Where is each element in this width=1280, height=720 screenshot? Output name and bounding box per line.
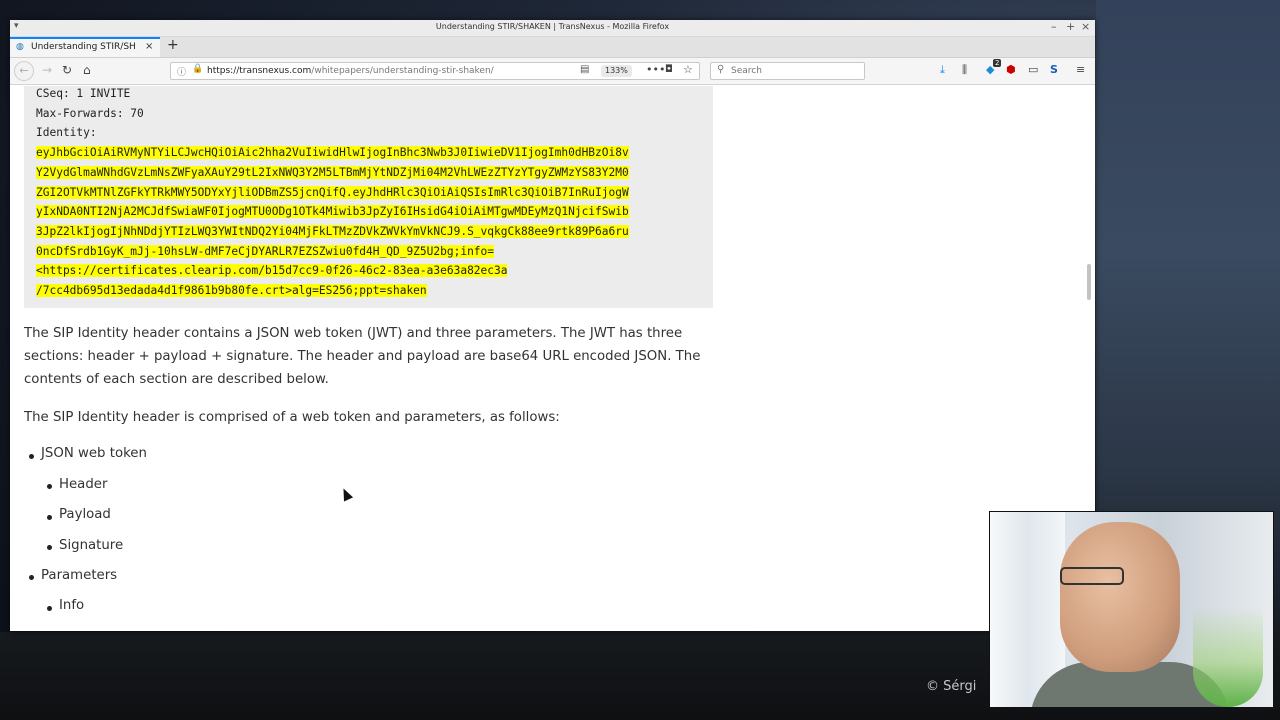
- search-input[interactable]: [731, 65, 856, 77]
- flask-logo-icon: [1193, 607, 1263, 707]
- code-line-token: Y2VydGlmaWNhdGVzLmNsZWFyaXAuY29tL2IxNWQ3…: [36, 165, 629, 179]
- code-line-info-url: <https://certificates.clearip.com/b15d7c…: [36, 264, 508, 278]
- search-bar[interactable]: ⚲: [710, 62, 865, 80]
- tab-understanding-stir-shaken[interactable]: ◍ Understanding STIR/SHAKEN ×: [10, 37, 160, 57]
- list-item-signature: Signature: [59, 538, 124, 553]
- page-scrollbar[interactable]: [1087, 264, 1091, 300]
- code-text: CSeq: 1 INVITE Max-Forwards: 70 Identity…: [36, 86, 629, 301]
- url-path: /whitepapers/understanding-stir-shaken/: [311, 66, 494, 76]
- s-extension-icon[interactable]: S: [1050, 63, 1058, 76]
- library-icon[interactable]: ⫼: [962, 63, 967, 77]
- maximize-button[interactable]: +: [1066, 20, 1075, 33]
- site-favicon-icon: ◍: [16, 42, 24, 52]
- back-arrow-icon: ←: [19, 64, 29, 77]
- jwt-description-paragraph: The SIP Identity header contains a JSON …: [24, 326, 701, 387]
- close-window-button[interactable]: ×: [1081, 20, 1090, 33]
- wallpaper-copyright: © Sérgi: [926, 679, 977, 694]
- bullet-dot: [47, 484, 52, 489]
- window-titlebar: ▾ Understanding STIR/SHAKEN | TransNexus…: [10, 20, 1095, 37]
- list-item-payload: Payload: [59, 507, 111, 522]
- new-tab-button[interactable]: +: [167, 37, 179, 53]
- tab-strip: ◍ Understanding STIR/SHAKEN × +: [10, 37, 1095, 58]
- code-line-cseq: CSeq: 1 INVITE: [36, 87, 131, 100]
- tab-label: Understanding STIR/SHAKEN: [31, 42, 136, 52]
- lock-icon[interactable]: 🔒: [192, 64, 203, 74]
- reload-button[interactable]: ↻: [62, 63, 72, 77]
- bullet-dot: [29, 454, 34, 459]
- code-line-max-forwards: Max-Forwards: 70: [36, 106, 144, 120]
- page-actions-icon[interactable]: •••: [646, 63, 665, 76]
- code-line-token: 3JpZ2lkIjogIjNhNDdjYTIzLWQ3YWItNDQ2Yi04M…: [36, 224, 629, 238]
- webcam-person-head: [1060, 522, 1180, 672]
- list-item-parameters: Parameters: [41, 568, 118, 583]
- navigation-toolbar: ← → ↻ ⌂ ⓘ 🔒 https://transnexus.com/white…: [10, 58, 1095, 85]
- bookmark-star-icon[interactable]: ☆: [683, 63, 693, 76]
- close-tab-button[interactable]: ×: [145, 41, 153, 52]
- pocket-icon[interactable]: ◘: [665, 64, 673, 75]
- hamburger-menu-icon[interactable]: ≡: [1076, 63, 1085, 76]
- mouse-pointer-icon: [338, 486, 354, 502]
- bullet-dot: [47, 515, 52, 520]
- bullet-dot: [47, 606, 52, 611]
- sip-invite-code-block: CSeq: 1 INVITE Max-Forwards: 70 Identity…: [24, 86, 713, 308]
- site-info-icon[interactable]: ⓘ: [177, 65, 186, 78]
- extension-badge: 2: [993, 59, 1002, 67]
- back-button[interactable]: ←: [14, 61, 34, 81]
- identity-header-paragraph: The SIP Identity header is comprised of …: [24, 410, 560, 425]
- url-host: https://transnexus.com: [207, 66, 312, 76]
- url-text[interactable]: https://transnexus.com/whitepapers/under…: [207, 66, 494, 76]
- page-content: CSeq: 1 INVITE Max-Forwards: 70 Identity…: [10, 86, 1095, 631]
- bullet-dot: [47, 545, 52, 550]
- list-item-json-web-token: JSON web token: [41, 446, 147, 461]
- code-line-token: eyJhbGciOiAiRVMyNTYiLCJwcHQiOiAic2hha2Vu…: [36, 146, 629, 160]
- minimize-button[interactable]: –: [1051, 20, 1057, 33]
- reader-view-icon[interactable]: ▤: [580, 64, 589, 75]
- zoom-level-badge[interactable]: 133%: [601, 65, 632, 77]
- list-item-info: Info: [59, 598, 85, 613]
- bullet-dot: [29, 575, 34, 580]
- list-item-header: Header: [59, 477, 108, 492]
- search-icon: ⚲: [717, 64, 725, 75]
- adblock-icon[interactable]: ⬢: [1006, 63, 1016, 76]
- code-line-identity-label: Identity:: [36, 126, 97, 140]
- browser-window: ▾ Understanding STIR/SHAKEN | TransNexus…: [10, 20, 1095, 631]
- code-line-token: 0ncDfSrdb1GyK_mJj-10hsLW-dMF7eCjDYARLR7E…: [36, 244, 495, 258]
- code-line-token: ZGI2OTVkMTNlZGFkYTRkMWY5ODYxYjliODBmZS5j…: [36, 185, 629, 199]
- window-title: Understanding STIR/SHAKEN | TransNexus -…: [435, 22, 670, 31]
- code-line-token: yIxNDA0NTI2NjA2MCJdfSwiaWF0IjogMTU0ODg1O…: [36, 205, 629, 219]
- webcam-overlay: [989, 511, 1274, 708]
- forward-button[interactable]: →: [42, 63, 52, 77]
- url-bar[interactable]: ⓘ 🔒 https://transnexus.com/whitepapers/u…: [170, 62, 700, 80]
- download-icon[interactable]: ⤓: [940, 63, 945, 77]
- code-line-params: /7cc4db695d13edada4d1f9861b9b80fe.crt>al…: [36, 284, 427, 298]
- webcam-glasses: [1060, 567, 1124, 585]
- sidebar-icon[interactable]: ▭: [1028, 63, 1038, 76]
- home-button[interactable]: ⌂: [83, 63, 91, 77]
